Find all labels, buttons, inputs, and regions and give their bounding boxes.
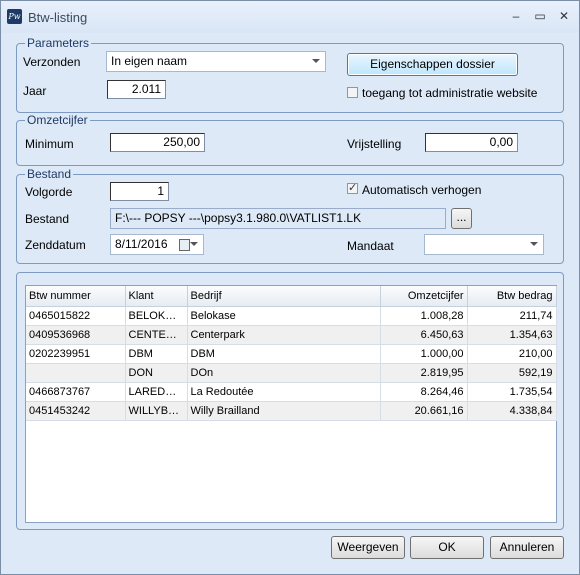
verzonden-value: In eigen naam	[111, 54, 188, 68]
window-title: Btw-listing	[28, 10, 88, 25]
cell-klant: WILLYBRAI	[125, 401, 188, 421]
bestand-legend: Bestand	[25, 167, 74, 181]
eigenschappen-dossier-button[interactable]: Eigenschappen dossier	[347, 53, 518, 76]
volgorde-input[interactable]: 1	[110, 182, 169, 201]
table-row[interactable]: 0465015822 BELOKAZE Belokase 1.008,28 21…	[26, 306, 557, 326]
title-bar: Pw Btw-listing – ▭ ✕	[1, 1, 579, 33]
parameters-legend: Parameters	[25, 36, 92, 50]
ok-button[interactable]: OK	[410, 536, 484, 559]
column-header-klant[interactable]: Klant	[125, 286, 188, 307]
automatisch-verhogen-label: Automatisch verhogen	[362, 183, 482, 197]
cell-klant: DON	[125, 363, 188, 383]
table-row[interactable]: 0202239951 DBM DBM 1.000,00 210,00	[26, 344, 557, 364]
cell-btw-bedrag: 1.354,63	[467, 325, 557, 345]
toegang-checkbox[interactable]	[347, 87, 358, 98]
annuleren-button[interactable]: Annuleren	[490, 536, 564, 559]
popsy-app-icon: Pw	[7, 9, 22, 24]
cell-klant: BELOKAZE	[125, 306, 188, 326]
maximize-icon[interactable]: ▭	[529, 7, 551, 25]
vrijstelling-label: Vrijstelling	[347, 137, 402, 151]
jaar-label: Jaar	[23, 84, 47, 98]
cell-omzetcijfer: 8.264,46	[380, 382, 468, 402]
cell-btw-bedrag: 1.735,54	[467, 382, 557, 402]
cell-btw-nummer: 0451453242	[26, 401, 126, 421]
cell-btw-bedrag: 592,19	[467, 363, 557, 383]
cell-bedrijf: Centerpark	[187, 325, 381, 345]
cell-btw-bedrag: 211,74	[467, 306, 557, 326]
table-header-row: Btw nummer Klant Bedrijf Omzetcijfer Btw…	[26, 286, 557, 307]
omzetcijfer-legend: Omzetcijfer	[25, 113, 90, 127]
bestand-path-field[interactable]: F:\--- POPSY ---\popsy3.1.980.0\VATLIST1…	[110, 208, 446, 229]
cell-bedrijf: DBM	[187, 344, 381, 364]
column-header-btw-bedrag[interactable]: Btw bedrag	[467, 286, 557, 307]
cell-omzetcijfer: 20.661,16	[380, 401, 468, 421]
minimum-label: Minimum	[25, 137, 74, 151]
column-header-bedrijf[interactable]: Bedrijf	[187, 286, 381, 307]
cell-btw-nummer: 0409536968	[26, 325, 126, 345]
toegang-label: toegang tot administratie website	[362, 86, 538, 100]
cell-omzetcijfer: 6.450,63	[380, 325, 468, 345]
cell-omzetcijfer: 2.819,95	[380, 363, 468, 383]
cell-klant: DBM	[125, 344, 188, 364]
cell-btw-nummer: 0202239951	[26, 344, 126, 364]
cell-klant: LAREDOUT	[125, 382, 188, 402]
chevron-down-icon	[312, 59, 320, 63]
btw-listing-table: Btw nummer Klant Bedrijf Omzetcijfer Btw…	[25, 285, 557, 523]
browse-button[interactable]: ...	[451, 208, 472, 229]
cell-bedrijf: Willy Brailland	[187, 401, 381, 421]
zenddatum-value: 8/11/2016	[115, 237, 168, 251]
vrijstelling-input[interactable]: 0,00	[425, 133, 518, 152]
chevron-down-icon	[190, 242, 198, 246]
cell-bedrijf: DOn	[187, 363, 381, 383]
automatisch-verhogen-checkbox[interactable]	[347, 181, 358, 194]
minimum-input[interactable]: 250,00	[110, 133, 205, 152]
cell-btw-bedrag: 4.338,84	[467, 401, 557, 421]
cell-omzetcijfer: 1.008,28	[380, 306, 468, 326]
table-row[interactable]: DON DOn 2.819,95 592,19	[26, 363, 557, 383]
column-header-omzetcijfer[interactable]: Omzetcijfer	[380, 286, 468, 307]
verzonden-select[interactable]: In eigen naam	[106, 51, 326, 72]
table-row[interactable]: 0451453242 WILLYBRAI Willy Brailland 20.…	[26, 401, 557, 421]
zenddatum-picker[interactable]: 8/11/2016	[110, 234, 204, 255]
table-row[interactable]: 0466873767 LAREDOUT La Redoutée 8.264,46…	[26, 382, 557, 402]
cell-btw-nummer	[26, 363, 126, 383]
bestand-label: Bestand	[25, 212, 70, 226]
verzonden-label: Verzonden	[23, 55, 81, 69]
minimize-icon[interactable]: –	[505, 7, 527, 25]
mandaat-label: Mandaat	[347, 239, 394, 253]
close-icon[interactable]: ✕	[553, 7, 575, 25]
calendar-icon	[179, 239, 190, 251]
cell-btw-nummer: 0465015822	[26, 306, 126, 326]
mandaat-select[interactable]	[424, 234, 544, 255]
cell-btw-bedrag: 210,00	[467, 344, 557, 364]
table-row[interactable]: 0409536968 CENTERP... Centerpark 6.450,6…	[26, 325, 557, 345]
cell-btw-nummer: 0466873767	[26, 382, 126, 402]
volgorde-label: Volgorde	[25, 185, 73, 199]
weergeven-button[interactable]: Weergeven	[331, 536, 405, 559]
btw-listing-window: Pw Btw-listing – ▭ ✕ Parameters Verzonde…	[0, 0, 580, 575]
cell-bedrijf: Belokase	[187, 306, 381, 326]
jaar-input[interactable]: 2.011	[107, 80, 166, 99]
cell-klant: CENTERP...	[125, 325, 188, 345]
cell-omzetcijfer: 1.000,00	[380, 344, 468, 364]
column-header-btw-nummer[interactable]: Btw nummer	[26, 286, 126, 307]
cell-bedrijf: La Redoutée	[187, 382, 381, 402]
zenddatum-label: Zenddatum	[25, 238, 86, 252]
chevron-down-icon	[530, 242, 538, 246]
